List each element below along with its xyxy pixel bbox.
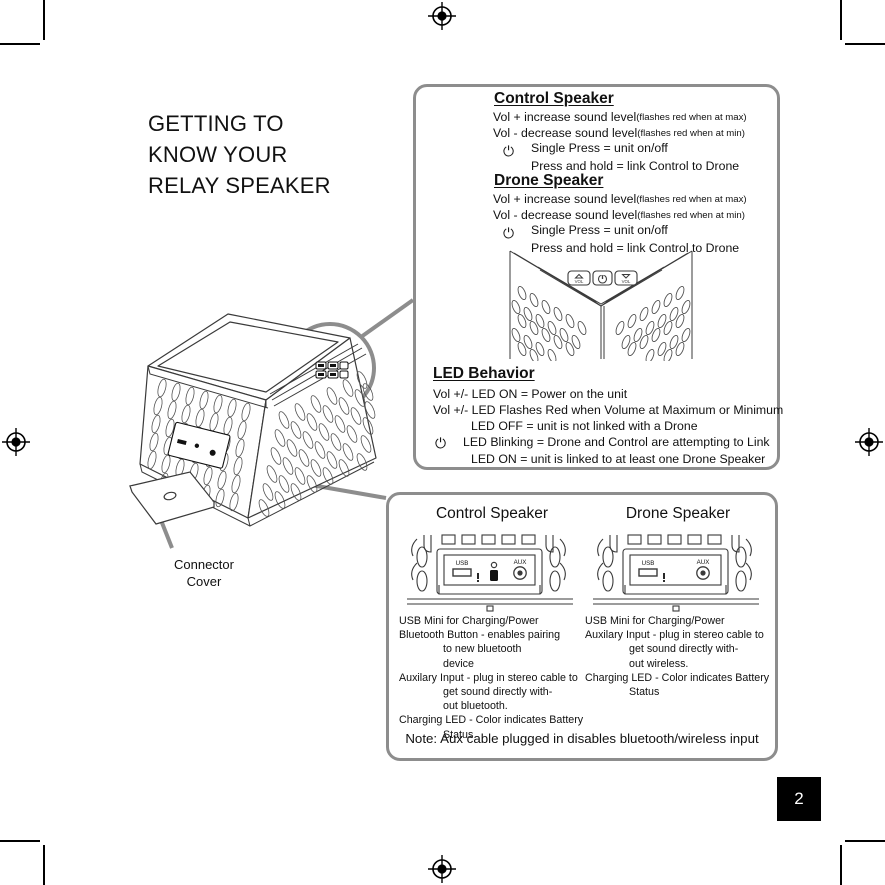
control-row-vol-up-note: (flashes red when at max) [636,112,747,123]
vol-down-key: VOL [614,270,638,286]
drone-row-vol-down-text: Vol - decrease sound level [493,207,638,222]
registration-target-top [428,2,456,30]
list-item: Auxilary Input - plug in stereo cable to [399,671,578,684]
connectors-callout-panel: Control Speaker USB AUX USB Mini for Cha… [386,492,778,761]
led-row-flash-red: Vol +/- LED Flashes Red when Volume at M… [433,403,784,417]
drone-row-vol-up-text: Vol + increase sound level [493,192,637,206]
page-number-badge: 2 [777,777,821,821]
drone-row-vol-down: Vol - decrease sound level (flashes red … [493,208,747,224]
power-icon: ⏻ [502,143,515,159]
list-item: out wireless. [629,657,689,670]
control-row-vol-down-note: (flashes red when at min) [637,127,745,139]
crop-mark-top-right-horizontal [845,43,885,45]
drone-speaker-rows: Vol + increase sound level (flashes red … [493,192,747,257]
control-row-vol-down-text: Vol - decrease sound level [493,125,638,140]
crop-mark-bottom-left-vertical [43,845,45,885]
power-key [592,270,613,286]
controls-callout-panel: Control Speaker Vol + increase sound lev… [413,84,783,470]
drone-speaker-heading: Drone Speaker [494,172,604,189]
crop-mark-bottom-right-vertical [840,845,842,885]
control-speaker-controls-block: Control Speaker Vol + increase sound lev… [493,90,747,175]
control-row-power-press-text: Single Press = unit on/off [531,141,668,155]
list-item: Charging LED - Color indicates Battery [585,671,770,684]
drone-row-vol-down-note: (flashes red when at min) [637,209,745,221]
crop-mark-top-left-vertical [43,0,45,40]
crop-mark-top-right-vertical [840,0,842,40]
list-item: get sound directly with- [629,643,739,656]
page-title-line-1: GETTING TO [148,111,284,136]
led-row-on: LED ON = unit is linked to at least one … [471,452,766,466]
relay-speaker-illustration [128,313,377,527]
list-item: Status [629,686,660,699]
led-row-blinking: ⏻ LED Blinking = Drone and Control are a… [433,434,783,451]
registration-target-left [2,428,30,456]
list-item: Charging LED - Color indicates Battery [399,714,584,727]
led-behavior-block: LED Behavior Vol +/- LED ON = Power on t… [433,365,783,467]
list-item: out bluetooth. [443,700,508,713]
led-row-off: LED OFF = unit is not linked with a Dron… [471,419,698,433]
power-icon: ⏻ [502,225,515,241]
drone-row-power-press-text: Single Press = unit on/off [531,223,668,237]
crop-mark-bottom-left-horizontal [0,840,40,842]
svg-text:USB: USB [456,560,469,567]
connector-cover-label: Connector Cover [163,556,245,590]
led-row-power-on: Vol +/- LED ON = Power on the unit [433,387,628,401]
control-speaker-rows: Vol + increase sound level (flashes red … [493,110,747,175]
page-title-line-3: RELAY SPEAKER [148,173,331,198]
connector-cover-label-line-2: Cover [186,574,222,589]
page-title: GETTING TO KNOW YOUR RELAY SPEAKER [148,108,418,201]
control-row-vol-up: Vol + increase sound level (flashes red … [493,110,747,126]
list-item: get sound directly with- [443,686,553,699]
drone-speaker-connector-list: USB Mini for Charging/Power Auxilary Inp… [585,615,771,699]
led-row-blinking-text: LED Blinking = Drone and Control are att… [463,435,770,449]
svg-text:AUX: AUX [697,559,710,566]
drone-speaker-connector-heading: Drone Speaker [625,505,731,522]
drone-row-vol-up-note: (flashes red when at max) [636,194,747,205]
control-speaker-connector-list: USB Mini for Charging/Power Bluetooth Bu… [399,615,585,742]
list-item: to new bluetooth [443,643,522,656]
control-speaker-heading: Control Speaker [494,90,614,107]
drone-row-vol-up: Vol + increase sound level (flashes red … [493,192,747,208]
power-icon: ⏻ [434,435,447,451]
control-row-power-press: ⏻ Single Press = unit on/off [493,141,747,159]
list-item: device [443,657,474,670]
drone-speaker-connector-column: Drone Speaker USB AUX USB Mini for Charg… [585,505,771,700]
registration-target-bottom [428,855,456,883]
vol-up-key: VOL [567,270,591,286]
page-title-line-2: KNOW YOUR [148,142,288,167]
control-row-vol-down: Vol - decrease sound level (flashes red … [493,126,747,142]
led-behavior-heading: LED Behavior [433,365,535,382]
list-item: Bluetooth Button - enables pairing [399,629,561,642]
svg-text:USB: USB [642,560,655,567]
svg-text:VOL: VOL [575,279,584,284]
drone-speaker-controls-block: Drone Speaker Vol + increase sound level… [493,172,747,257]
drone-speaker-connector-illustration: USB AUX [585,529,771,615]
svg-text:VOL: VOL [622,279,631,284]
connector-cover-label-line-1: Connector [174,557,234,572]
aux-cable-note: Note: Aux cable plugged in disables blue… [405,731,759,746]
crop-mark-top-left-horizontal [0,43,40,45]
crop-mark-bottom-right-horizontal [845,840,885,842]
speaker-top-buttons-illustration: VOL VOL [509,250,693,361]
list-item: Auxilary Input - plug in stereo cable to [585,629,764,642]
list-item: USB Mini for Charging/Power [399,615,539,627]
registration-target-right [855,428,883,456]
drone-row-power-press: ⏻ Single Press = unit on/off [493,223,747,241]
svg-text:AUX: AUX [514,559,527,566]
list-item: USB Mini for Charging/Power [585,615,725,627]
control-row-vol-up-text: Vol + increase sound level [493,110,637,124]
